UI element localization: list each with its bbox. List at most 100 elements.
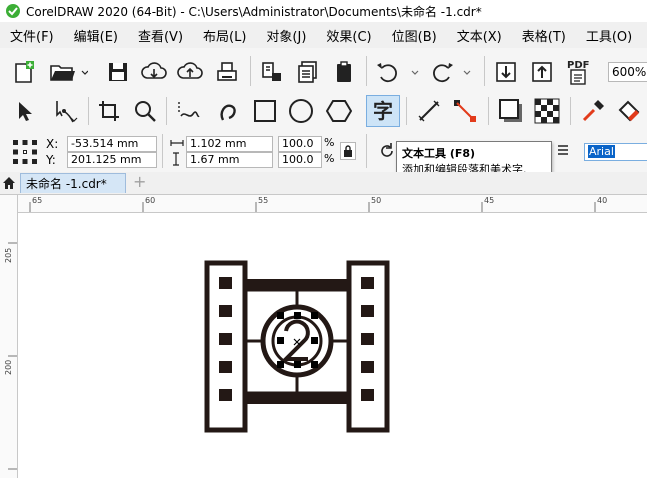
import-button[interactable] [258, 58, 286, 86]
shape-tool-button[interactable] [48, 96, 82, 126]
ruler-label: 40 [597, 196, 608, 205]
ellipse-tool-button[interactable] [286, 96, 316, 126]
new-document-icon [15, 61, 34, 83]
export-pdf-button[interactable]: PDF [564, 56, 594, 88]
drawing-canvas[interactable] [18, 213, 647, 478]
connector-icon [454, 100, 476, 122]
hexagon-icon [326, 100, 352, 122]
connector-tool-button[interactable] [450, 96, 480, 126]
open-button[interactable] [48, 58, 88, 86]
import-file-button[interactable] [492, 58, 520, 86]
ruler-label: 60 [145, 196, 156, 205]
export-icon [298, 61, 317, 83]
paint-bucket-icon [618, 100, 640, 122]
menu-bitmaps[interactable]: 位图(B) [382, 26, 447, 45]
shape-node-icon [56, 101, 78, 123]
text-tool-button[interactable]: 字 [366, 95, 400, 127]
ruler-label: 205 [4, 247, 13, 263]
export-file-button[interactable] [528, 58, 556, 86]
title-bar: CorelDRAW 2020 (64-Bit) - C:\Users\Admin… [0, 0, 647, 22]
scale-x-field[interactable]: 100.0 [278, 136, 322, 152]
film-countdown-graphic[interactable] [18, 213, 647, 478]
width-field[interactable]: 1.102 mm [186, 136, 273, 152]
x-label: X: [46, 137, 59, 151]
width-icon [170, 140, 184, 146]
font-list-field[interactable]: Arial [584, 143, 647, 161]
artistic-media-icon [220, 104, 236, 121]
text-tool-icon: 字 [373, 99, 393, 123]
lock-ratio-button[interactable] [340, 142, 356, 160]
save-icon [109, 63, 127, 81]
dimension-tool-button[interactable] [414, 96, 444, 126]
freehand-icon [178, 102, 200, 118]
undo-icon [377, 63, 419, 83]
cloud-download-button[interactable] [140, 58, 168, 86]
height-field[interactable]: 1.67 mm [186, 152, 273, 168]
crop-tool-button[interactable] [94, 96, 124, 126]
save-button[interactable] [104, 58, 132, 86]
rectangle-tool-button[interactable] [250, 96, 280, 126]
eyedropper-icon [582, 100, 604, 122]
arrow-up-box-icon [532, 62, 552, 82]
freehand-tool-button[interactable] [172, 96, 206, 126]
menu-file[interactable]: 文件(F) [0, 26, 64, 45]
menu-view[interactable]: 查看(V) [128, 26, 193, 45]
publish-button[interactable] [330, 58, 358, 86]
scale-x-percent: % [324, 136, 335, 149]
align-icon[interactable] [556, 144, 570, 158]
print-button[interactable] [213, 58, 241, 86]
menu-text[interactable]: 文本(X) [447, 26, 512, 45]
pick-arrow-icon [19, 102, 32, 121]
menu-layout[interactable]: 布局(L) [193, 26, 256, 45]
home-icon[interactable] [2, 176, 16, 190]
new-document-button[interactable] [10, 58, 38, 86]
drop-shadow-tool-button[interactable] [496, 96, 526, 126]
standard-toolbar: PDF 600% [0, 48, 647, 94]
height-icon [173, 152, 179, 166]
menu-object[interactable]: 对象(J) [256, 26, 316, 45]
print-icon [217, 62, 237, 81]
rotate-icon[interactable] [378, 142, 396, 160]
ruler-label: 200 [4, 359, 13, 375]
y-position-field[interactable]: 201.125 mm [67, 152, 157, 168]
cloud-upload-icon [177, 62, 203, 79]
zoom-tool-button[interactable] [130, 96, 160, 126]
polygon-tool-button[interactable] [324, 96, 354, 126]
menu-table[interactable]: 表格(T) [512, 26, 576, 45]
svg-text:字: 字 [373, 99, 393, 123]
scale-y-field[interactable]: 100.0 [278, 152, 322, 168]
reference-point-icon[interactable] [12, 139, 38, 165]
artistic-media-tool-button[interactable] [212, 96, 246, 126]
lock-icon [344, 145, 352, 157]
menu-effects[interactable]: 效果(C) [316, 26, 381, 45]
cloud-upload-button[interactable] [176, 58, 204, 86]
pick-tool-button[interactable] [10, 96, 40, 126]
undo-button[interactable] [374, 58, 420, 86]
add-document-tab[interactable]: + [133, 172, 146, 191]
transparency-tool-button[interactable] [532, 96, 562, 126]
export-button[interactable] [294, 58, 322, 86]
vertical-ruler-ticks [8, 242, 17, 470]
document-tab[interactable]: 未命名 -1.cdr* [20, 173, 126, 193]
menu-bar: 文件(F) 编辑(E) 查看(V) 布局(L) 对象(J) 效果(C) 位图(B… [0, 22, 647, 48]
ruler-label: 65 [32, 196, 43, 205]
font-name-selection: Arial [588, 145, 615, 158]
zoom-level-field[interactable]: 600% [608, 62, 647, 82]
redo-button[interactable] [426, 58, 472, 86]
vertical-ruler[interactable]: 205 200 [0, 195, 18, 478]
cloud-download-icon [141, 62, 167, 79]
interactive-fill-tool-button[interactable] [614, 96, 644, 126]
drop-shadow-icon [499, 99, 522, 122]
x-position-field[interactable]: -53.514 mm [67, 136, 157, 152]
horizontal-ruler-ticks [29, 202, 596, 212]
rectangle-icon [254, 100, 276, 122]
window-title: CorelDRAW 2020 (64-Bit) - C:\Users\Admin… [26, 4, 482, 19]
magnifier-icon [135, 101, 156, 122]
menu-edit[interactable]: 编辑(E) [64, 26, 128, 45]
tooltip-title: 文本工具 (F8) [402, 147, 476, 160]
horizontal-ruler[interactable]: 65 60 55 50 45 40 [18, 195, 647, 213]
scale-y-percent: % [324, 152, 335, 165]
menu-tools[interactable]: 工具(O) [576, 26, 642, 45]
dimension-line-icon [418, 100, 440, 122]
eyedropper-tool-button[interactable] [578, 96, 608, 126]
